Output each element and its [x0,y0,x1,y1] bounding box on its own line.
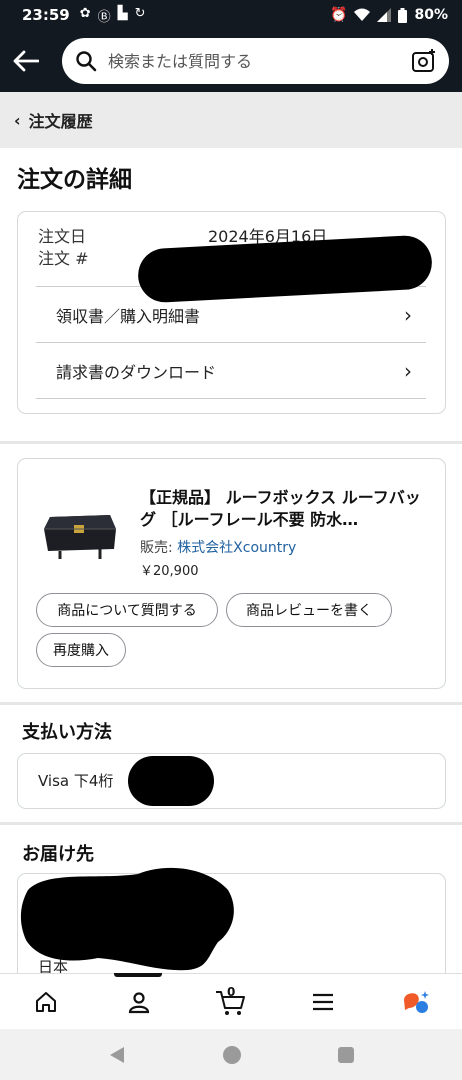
person-icon [128,991,149,1013]
notification-icons: ✿ Ⓑ ▙ ↻ [80,6,146,25]
notification-app-icon: ▙ [117,5,128,21]
redaction-mark [128,756,214,806]
ai-assistant-icon [403,990,429,1013]
notification-app-icon: Ⓑ [97,9,111,25]
chevron-right-icon: › [404,358,412,383]
order-number-label: 注文 # [38,249,89,268]
section-divider [0,441,462,444]
breadcrumb[interactable]: ‹ 注文履歴 [0,92,462,148]
signal-icon [377,8,392,22]
nav-cart[interactable]: 0 [211,982,251,1022]
notification-app-icon: ✿ [79,5,91,21]
sync-icon: ↻ [134,5,146,21]
battery-level: 80% [414,7,448,23]
wifi-icon [354,8,371,21]
write-review-button[interactable]: 商品レビューを書く [226,593,392,627]
payment-method-text: Visa 下4桁 [38,772,114,790]
breadcrumb-label: 注文履歴 [28,112,93,131]
system-navigation-bar [0,1029,462,1080]
section-divider [0,822,462,825]
section-divider [0,702,462,705]
status-time: 23:59 [22,6,70,24]
product-title[interactable]: 【正規品】 ルーフボックス ルーフバッグ ［ルーフレール不要 防水… [140,487,430,531]
bottom-navigation: 0 [0,973,462,1029]
chevron-right-icon: › [404,302,412,327]
search-bar[interactable] [62,38,449,84]
top-header [0,30,462,92]
payment-card: Visa 下4桁 [17,753,446,809]
nav-rufus[interactable] [396,982,436,1022]
menu-icon [313,993,334,1010]
home-icon [36,991,57,1012]
seller-link[interactable]: 株式会社Xcountry [177,540,296,556]
camera-search-icon[interactable] [411,48,437,74]
system-home-icon[interactable] [222,1045,242,1065]
nav-menu[interactable] [303,982,343,1022]
battery-icon [398,7,408,23]
redaction-mark [20,867,234,971]
active-tab-indicator [114,973,162,977]
invoice-download-link[interactable]: 請求書のダウンロード › [36,342,426,398]
nav-home[interactable] [26,982,66,1022]
search-input[interactable] [108,51,411,71]
ask-question-button[interactable]: 商品について質問する [36,593,218,627]
search-icon [76,51,97,72]
arrow-left-icon [13,50,39,72]
row-divider [36,398,426,399]
system-recents-icon[interactable] [338,1046,354,1063]
order-date-label: 注文日 [38,227,87,246]
back-button[interactable] [2,30,50,92]
system-back-icon[interactable] [108,1046,126,1064]
product-card: 【正規品】 ルーフボックス ルーフバッグ ［ルーフレール不要 防水… 販売: 株… [17,458,446,689]
status-bar: 23:59 ✿ Ⓑ ▙ ↻ ⏰ 80% [0,0,462,30]
product-image[interactable] [40,499,120,569]
order-meta-labels: 注文日 注文 # [38,226,89,270]
payment-section-title: 支払い方法 [22,722,112,743]
cart-count: 0 [226,984,236,999]
alarm-icon: ⏰ [330,7,348,23]
invoice-download-label: 請求書のダウンロード [56,362,217,382]
page-title: 注文の詳細 [17,167,132,193]
nav-account[interactable] [119,982,159,1022]
system-icons: ⏰ 80% [330,7,448,23]
product-seller: 販売: 株式会社Xcountry [140,537,296,557]
seller-prefix: 販売: [140,540,178,556]
receipt-link-label: 領収書／購入明細書 [56,306,201,326]
chevron-left-icon: ‹ [14,110,21,130]
buy-again-button[interactable]: 再度購入 [36,633,126,667]
product-price: ￥20,900 [140,564,199,579]
